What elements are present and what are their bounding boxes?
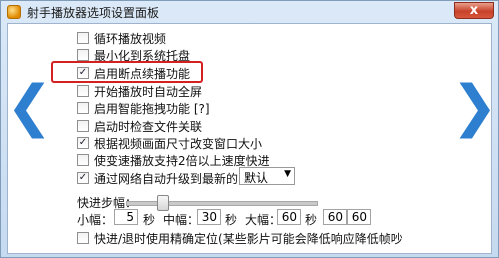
checkbox[interactable] [77,120,89,132]
large-step-label: 大幅： [245,213,282,227]
seek-slider-thumb[interactable] [157,195,169,211]
option-label: 快进/退时使用精确定位(某些影片可能会降低响应降低帧吵 [94,232,403,246]
next-page-arrow-icon[interactable]: ❯ [451,77,498,147]
checkbox[interactable] [77,154,89,166]
extra-step-input-2[interactable]: 60 [347,209,371,225]
option-label: 根据视频画面尺寸改变窗口大小 [94,137,263,151]
checkbox[interactable]: ✓ [77,172,89,184]
app-icon [7,5,21,19]
option-label: 循环播放视频 [94,32,167,46]
large-step-unit: 秒 [305,213,318,227]
medium-step-input[interactable]: 30 [197,209,221,225]
checkbox[interactable] [77,49,89,61]
checkbox[interactable] [77,232,89,244]
option-label: 通过网络自动升级到最新的 [94,172,239,186]
chevron-down-icon: ▼ [284,169,291,179]
highlight-box [51,61,203,83]
select-value: 默认 [244,171,269,185]
medium-step-label: 中幅： [163,213,200,227]
checkbox[interactable] [77,32,89,44]
extra-step-input-1[interactable]: 60 [323,209,347,225]
option-label: 启用智能拖拽功能 [?] [94,102,210,116]
small-step-label: 小幅： [77,213,114,227]
seek-slider-track[interactable] [126,201,318,206]
checkbox[interactable]: ✓ [77,137,89,149]
checkbox[interactable] [77,85,89,97]
close-button[interactable]: x [454,2,494,19]
prev-page-arrow-icon[interactable]: ❮ [6,77,53,147]
small-step-unit: 秒 [143,213,156,227]
options-window: 射手播放器选项设置面板 x ❮ ❯ 循环播放视频 最小化到系统托盘 ✓ 启用断点… [0,0,499,258]
upgrade-channel-select[interactable]: 默认 ▼ [239,167,295,185]
checkbox[interactable] [77,102,89,114]
medium-step-unit: 秒 [225,213,238,227]
option-label: 开始播放时自动全屏 [94,85,203,99]
window-title: 射手播放器选项设置面板 [27,6,160,20]
large-step-input[interactable]: 60 [277,209,301,225]
title-bar: 射手播放器选项设置面板 x [1,1,498,23]
small-step-input[interactable]: 5 [114,209,138,225]
option-label: 启动时检查文件关联 [94,120,203,134]
